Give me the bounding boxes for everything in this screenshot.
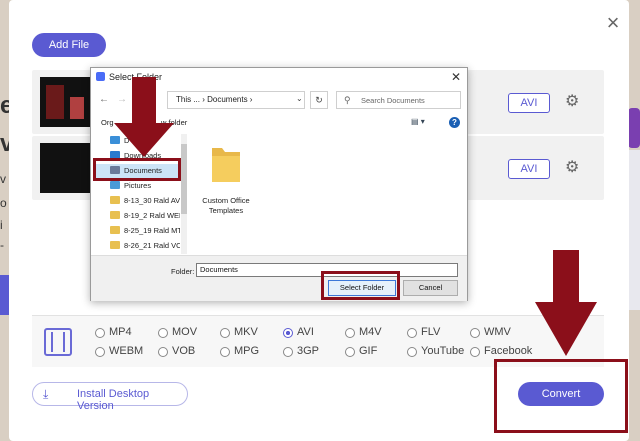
back-icon[interactable]: ← <box>99 94 109 105</box>
format-label: WMV <box>484 326 511 338</box>
view-icon[interactable]: ▤ ▾ <box>411 117 425 126</box>
add-file-button[interactable]: Add File <box>32 33 106 57</box>
highlight-box <box>321 271 400 300</box>
folder-icon <box>110 241 120 249</box>
format-label: FLV <box>421 326 441 338</box>
format-badge[interactable]: AVI <box>508 159 550 179</box>
radio-button[interactable] <box>283 347 293 357</box>
scrollbar-thumb[interactable] <box>181 144 187 214</box>
radio-button[interactable] <box>95 328 105 338</box>
thumbnail-content <box>70 97 84 119</box>
radio-button[interactable] <box>407 328 417 338</box>
address-text: This ... › Documents › <box>176 95 253 104</box>
address-bar[interactable]: This ... › Documents › ⌄ <box>167 91 305 109</box>
tree-item-pictures[interactable]: Pictures <box>96 179 180 193</box>
highlight-box <box>93 158 181 181</box>
radio-button[interactable] <box>407 347 417 357</box>
format-label: WEBM <box>109 345 144 357</box>
radio-button[interactable] <box>220 347 230 357</box>
arrow-down-icon <box>535 250 597 356</box>
search-input[interactable]: ⚲ Search Documents <box>336 91 461 109</box>
background-letter: i <box>0 218 3 232</box>
tree-item-folder[interactable]: 8-26_21 Rald VO <box>96 239 180 253</box>
format-label: VOB <box>172 345 196 357</box>
gear-icon[interactable]: ⚙ <box>565 160 581 176</box>
folder-label: Custom Office Templates <box>202 196 250 215</box>
app-icon <box>96 72 105 81</box>
tree-item-label: Pictures <box>124 181 152 190</box>
tree-item-folder[interactable]: 8-13_30 Rald AVI <box>96 194 180 208</box>
radio-button[interactable] <box>470 347 480 357</box>
radio-button[interactable] <box>345 328 355 338</box>
radio-button[interactable] <box>158 347 168 357</box>
radio-button[interactable] <box>95 347 105 357</box>
pictures-icon <box>110 181 120 189</box>
gear-icon[interactable]: ⚙ <box>565 94 581 110</box>
radio-button[interactable] <box>345 347 355 357</box>
cancel-button[interactable]: Cancel <box>403 280 458 296</box>
background-letter: - <box>0 238 4 252</box>
format-label: 3GP <box>297 345 320 357</box>
radio-button[interactable] <box>158 328 168 338</box>
search-placeholder: Search Documents <box>361 96 425 105</box>
chevron-down-icon[interactable]: ⌄ <box>296 94 303 103</box>
format-label: M4V <box>359 326 382 338</box>
radio-button[interactable] <box>220 328 230 338</box>
folder-icon <box>110 211 120 219</box>
tree-item-folder[interactable]: 8-25_19 Rald MT <box>96 224 180 238</box>
format-label: AVI <box>297 326 314 338</box>
install-label: Install Desktop Version <box>77 388 150 412</box>
tree-item-label: 8-13_30 Rald AVI <box>124 196 180 205</box>
install-desktop-button[interactable]: ⤓ Install Desktop Version <box>32 382 188 412</box>
background-illustration <box>628 108 640 148</box>
tree-item-label: 8-26_21 Rald VO <box>124 241 180 250</box>
dialog-footer: Folder: Documents Select Folder Cancel <box>91 255 467 301</box>
close-icon[interactable]: ✕ <box>451 70 461 84</box>
tree-item-folder[interactable]: 8-19_2 Rald WEB <box>96 209 180 223</box>
format-label: MP4 <box>109 326 132 338</box>
folder-icon <box>110 196 120 204</box>
tree-scrollbar[interactable] <box>181 134 187 254</box>
help-icon[interactable]: ? <box>449 117 460 128</box>
folder-label: Folder: <box>171 267 195 276</box>
film-icon <box>44 328 72 356</box>
folder-icon <box>110 226 120 234</box>
background-letter: o <box>0 196 7 210</box>
format-label: GIF <box>359 345 378 357</box>
tree-item-label: 8-19_2 Rald WEB <box>124 211 180 220</box>
format-badge[interactable]: AVI <box>508 93 550 113</box>
format-label: MOV <box>172 326 198 338</box>
radio-button[interactable] <box>283 328 293 338</box>
thumbnail-content <box>46 85 64 119</box>
search-icon: ⚲ <box>344 95 351 105</box>
close-icon[interactable]: × <box>603 12 623 34</box>
folder-item[interactable]: Custom Office Templates <box>189 134 267 234</box>
format-label: YouTube <box>421 345 465 357</box>
radio-button[interactable] <box>470 328 480 338</box>
folder-icon <box>212 148 240 182</box>
format-label: MKV <box>234 326 258 338</box>
format-label: MPG <box>234 345 260 357</box>
tree-item-label: 8-25_19 Rald MT <box>124 226 180 235</box>
file-area: Custom Office Templates <box>189 134 467 254</box>
refresh-icon[interactable]: ↻ <box>310 91 328 109</box>
download-icon: ⤓ <box>43 387 49 401</box>
format-label: Facebook <box>484 345 533 357</box>
arrow-down-icon <box>114 77 174 157</box>
highlight-box <box>494 359 628 433</box>
background-letter: v <box>0 172 6 186</box>
